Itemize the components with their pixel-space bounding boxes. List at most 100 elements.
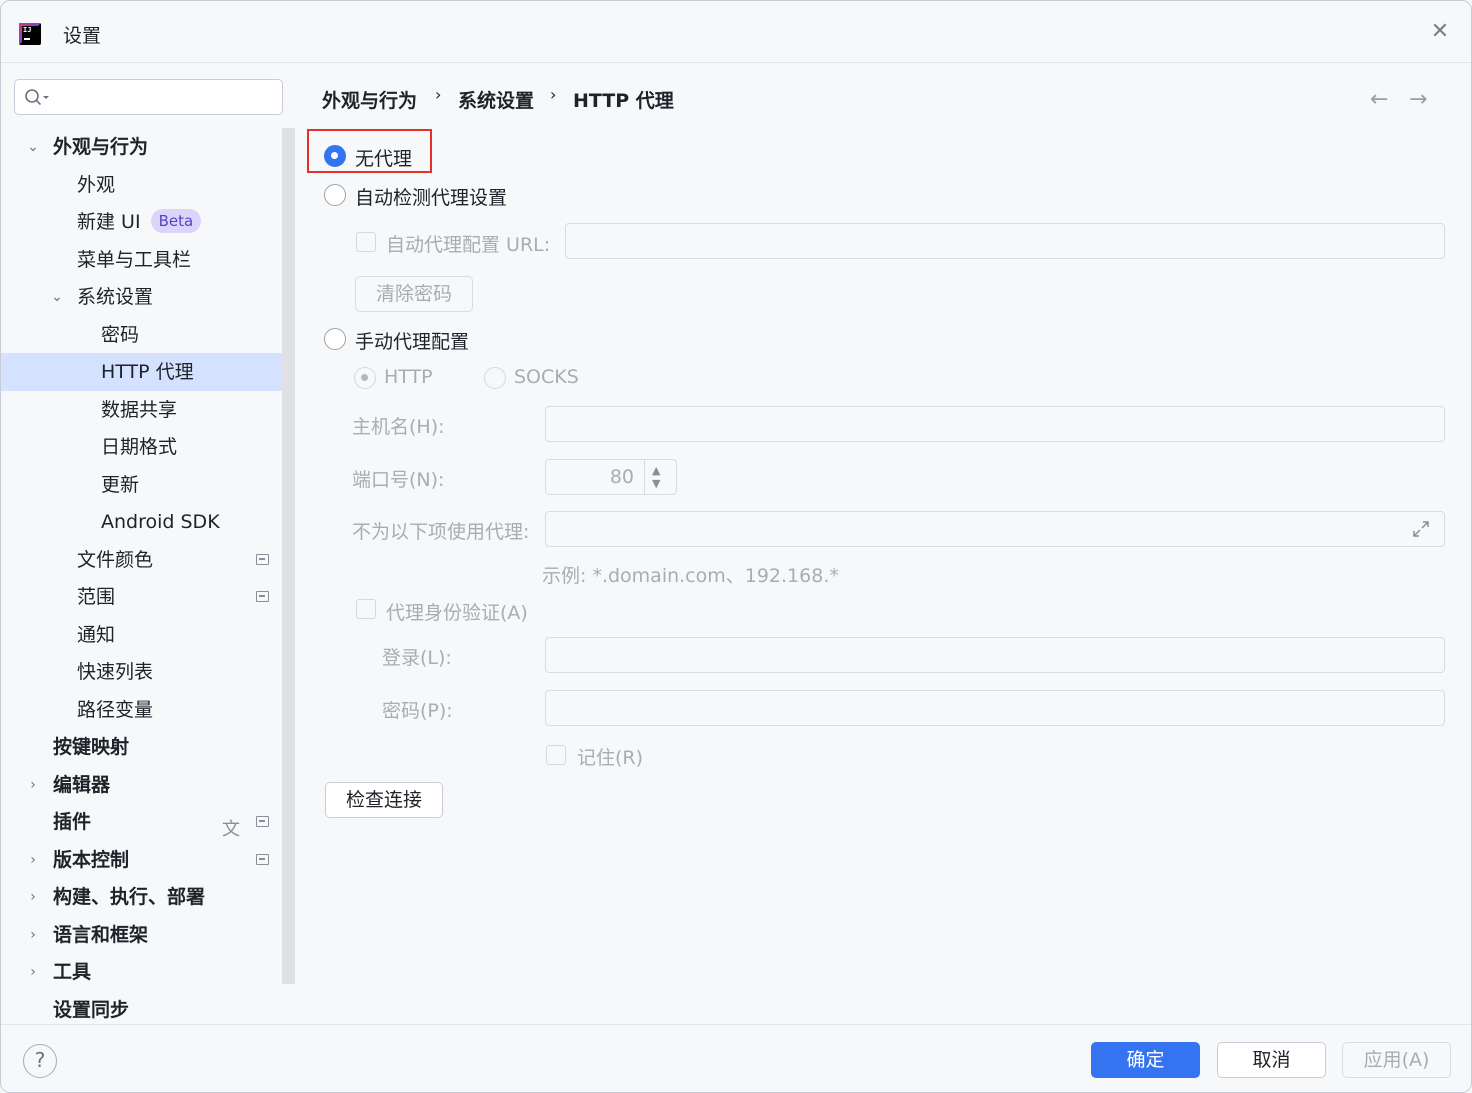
project-level-icon <box>256 854 269 865</box>
sidebar-item-label: 文件颜色 <box>77 549 154 571</box>
auto-config-url-field[interactable] <box>565 223 1445 259</box>
chevron-down-icon: ⌄ <box>51 289 63 305</box>
password-label: 密码(P): <box>382 700 453 722</box>
breadcrumb-separator-icon: › <box>550 85 557 104</box>
sidebar-item-label: 按键映射 <box>53 736 130 758</box>
auto-config-url-checkbox[interactable] <box>356 232 376 252</box>
sidebar-item-editor[interactable]: › 编辑器 <box>1 766 295 804</box>
chevron-right-icon: › <box>30 964 36 980</box>
sidebar-item-appearance-behavior[interactable]: ⌄ 外观与行为 <box>1 128 295 166</box>
http-radio[interactable] <box>354 367 376 389</box>
sidebar-item-updates[interactable]: 更新 <box>1 466 295 504</box>
example-hint: 示例: *.domain.com、192.168.* <box>542 565 839 587</box>
sidebar-item-tools[interactable]: › 工具 <box>1 953 295 991</box>
forward-arrow-icon[interactable]: → <box>1409 87 1427 112</box>
chevron-right-icon: › <box>30 889 36 905</box>
beta-badge: Beta <box>150 209 202 233</box>
sidebar-item-label: 版本控制 <box>53 849 130 871</box>
clear-password-button[interactable]: 清除密码 <box>355 276 473 312</box>
sidebar-item-label: 语言和框架 <box>53 924 149 946</box>
sidebar-item-keymap[interactable]: 按键映射 <box>1 728 295 766</box>
port-stepper[interactable]: 80 ▲ ▼ <box>545 459 677 495</box>
sidebar-item-label: 范围 <box>77 586 116 608</box>
port-label: 端口号(N): <box>352 469 445 491</box>
close-icon[interactable]: ✕ <box>1429 21 1451 43</box>
proxy-auth-label: 代理身份验证(A) <box>386 602 528 624</box>
manual-proxy-radio[interactable] <box>324 328 346 350</box>
sidebar-item-plugins[interactable]: 插件 文 <box>1 803 295 841</box>
chevron-down-icon: ⌄ <box>27 139 39 155</box>
sidebar-item-passwords[interactable]: 密码 <box>1 316 295 354</box>
cancel-button[interactable]: 取消 <box>1217 1042 1326 1078</box>
sidebar-item-label: 数据共享 <box>101 399 178 421</box>
sidebar-item-label: 菜单与工具栏 <box>77 249 192 271</box>
project-level-icon <box>256 591 269 602</box>
sidebar-item-path-variables[interactable]: 路径变量 <box>1 691 295 729</box>
sidebar-item-scopes[interactable]: 范围 <box>1 578 295 616</box>
auto-config-url-label: 自动代理配置 URL: <box>386 234 551 256</box>
search-icon <box>25 89 49 106</box>
sidebar-item-label: 系统设置 <box>77 286 154 308</box>
sidebar-item-label: 编辑器 <box>53 774 111 796</box>
sidebar-item-label: 更新 <box>101 474 140 496</box>
sidebar-item-file-colors[interactable]: 文件颜色 <box>1 541 295 579</box>
host-label: 主机名(H): <box>352 416 445 438</box>
sidebar-item-data-sharing[interactable]: 数据共享 <box>1 391 295 429</box>
breadcrumb-appearance-behavior[interactable]: 外观与行为 <box>322 86 417 113</box>
remember-checkbox[interactable] <box>546 745 566 765</box>
breadcrumb-system-settings[interactable]: 系统设置 <box>458 86 534 113</box>
sidebar-item-label: 工具 <box>53 961 92 983</box>
sidebar-item-languages-frameworks[interactable]: › 语言和框架 <box>1 916 295 954</box>
sidebar-item-android-sdk[interactable]: Android SDK <box>1 503 295 541</box>
sidebar-item-appearance[interactable]: 外观 <box>1 166 295 204</box>
sidebar-item-label: 构建、执行、部署 <box>53 886 206 908</box>
socks-label: SOCKS <box>514 366 579 388</box>
sidebar-item-menus-toolbars[interactable]: 菜单与工具栏 <box>1 241 295 279</box>
sidebar-item-http-proxy[interactable]: HTTP 代理 <box>1 353 295 391</box>
ok-button[interactable]: 确定 <box>1091 1042 1200 1078</box>
no-proxy-for-label: 不为以下项使用代理: <box>352 521 530 543</box>
settings-dialog: IJ 设置 ✕ ⌄ 外观与行为 外观 新建 UI Beta 菜单与工具栏 ⌄ 系… <box>0 0 1472 1093</box>
check-connection-button[interactable]: 检查连接 <box>325 782 443 818</box>
sidebar-item-quick-lists[interactable]: 快速列表 <box>1 653 295 691</box>
auto-detect-radio[interactable] <box>324 184 346 206</box>
no-proxy-for-field[interactable] <box>545 511 1445 547</box>
expand-icon[interactable] <box>1412 520 1430 538</box>
sidebar-item-label: 插件 <box>53 811 92 833</box>
help-icon[interactable]: ? <box>23 1044 57 1078</box>
apply-button[interactable]: 应用(A) <box>1342 1042 1451 1078</box>
remember-label: 记住(R) <box>577 747 644 769</box>
chevron-right-icon: › <box>30 777 36 793</box>
settings-search-input[interactable] <box>14 79 283 115</box>
search-field[interactable] <box>57 84 277 110</box>
no-proxy-label[interactable]: 无代理 <box>355 144 412 171</box>
sidebar-item-notifications[interactable]: 通知 <box>1 616 295 654</box>
sidebar-item-build-execution-deployment[interactable]: › 构建、执行、部署 <box>1 878 295 916</box>
auto-detect-label[interactable]: 自动检测代理设置 <box>355 183 507 210</box>
password-field[interactable] <box>545 690 1445 726</box>
intellij-app-icon: IJ <box>19 23 41 45</box>
no-proxy-radio[interactable] <box>324 145 346 167</box>
manual-proxy-label[interactable]: 手动代理配置 <box>355 327 469 354</box>
port-value: 80 <box>609 466 634 488</box>
sidebar-item-label: 通知 <box>77 624 116 646</box>
back-arrow-icon[interactable]: ← <box>1370 87 1388 112</box>
sidebar-item-version-control[interactable]: › 版本控制 <box>1 841 295 879</box>
login-label: 登录(L): <box>382 647 452 669</box>
sidebar-scrollbar[interactable] <box>282 128 295 984</box>
proxy-auth-checkbox[interactable] <box>356 599 376 619</box>
sidebar-item-label: 密码 <box>101 324 140 346</box>
sidebar-item-new-ui[interactable]: 新建 UI Beta <box>1 203 295 241</box>
sidebar-item-label: 新建 UI <box>77 211 141 233</box>
host-field[interactable] <box>545 406 1445 442</box>
sidebar-item-label: Android SDK <box>101 511 220 533</box>
sidebar-item-label: 外观 <box>77 174 116 196</box>
spinner-arrows-icon[interactable]: ▲ ▼ <box>652 464 660 490</box>
project-level-icon <box>256 816 269 827</box>
sidebar-item-date-formats[interactable]: 日期格式 <box>1 428 295 466</box>
socks-radio[interactable] <box>484 367 506 389</box>
login-field[interactable] <box>545 637 1445 673</box>
sidebar-item-system-settings[interactable]: ⌄ 系统设置 <box>1 278 295 316</box>
breadcrumb-separator-icon: › <box>435 85 442 104</box>
http-label: HTTP <box>384 366 433 388</box>
